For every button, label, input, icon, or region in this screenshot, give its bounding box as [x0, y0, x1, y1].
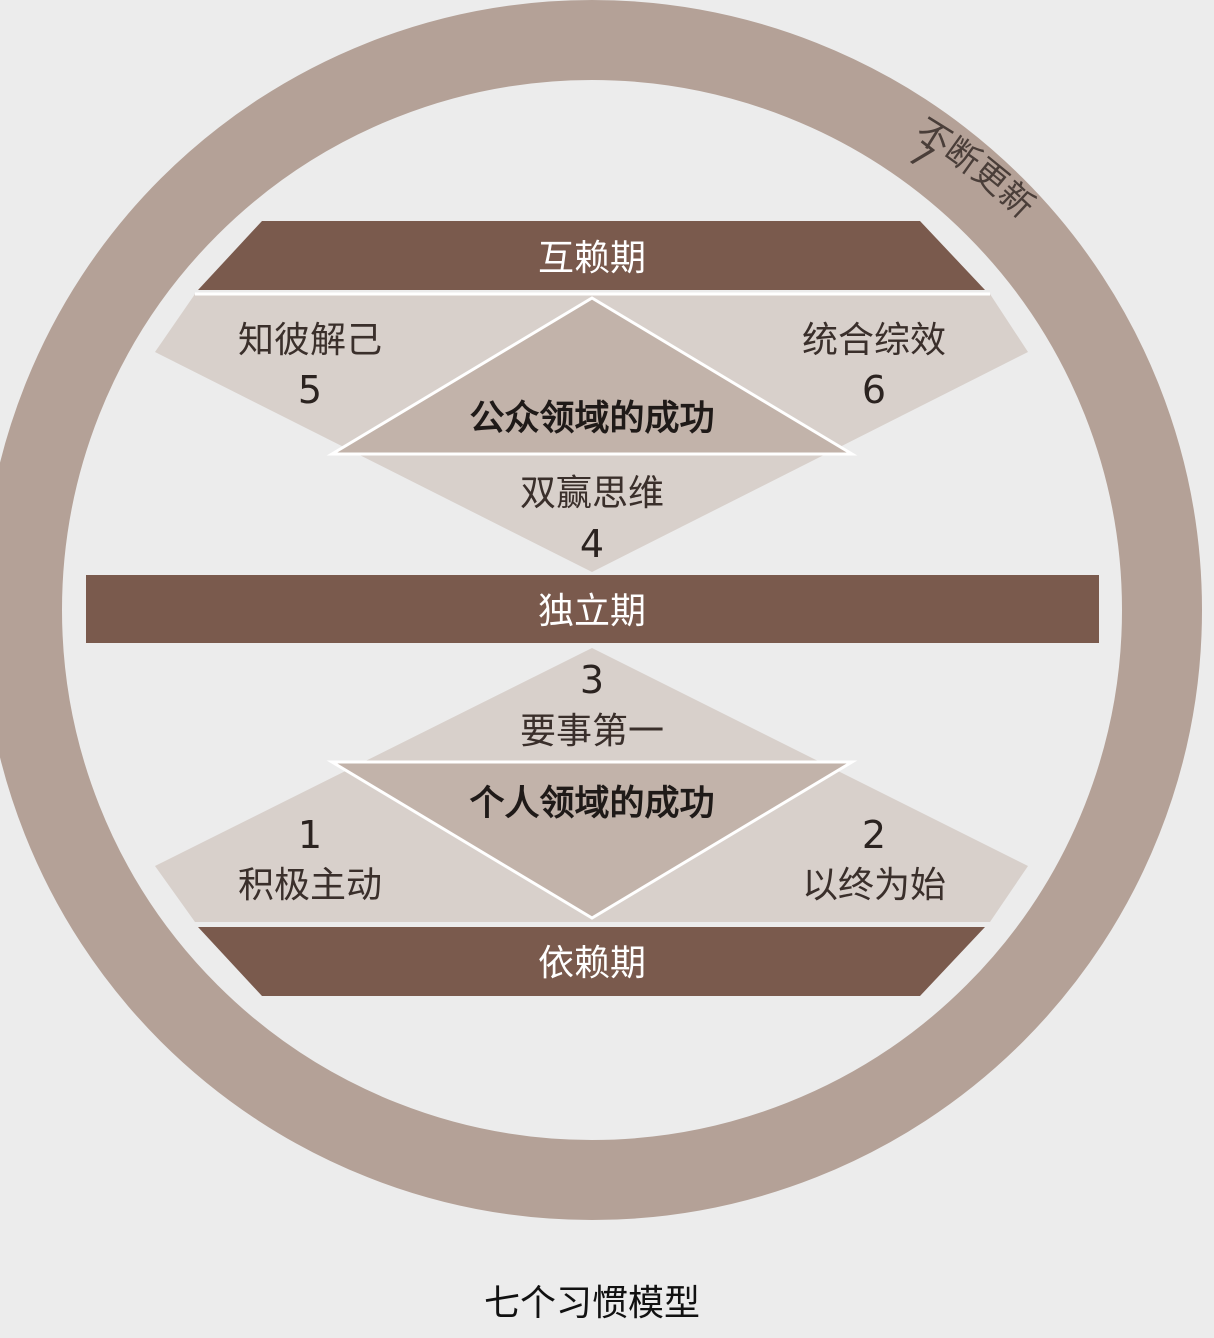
band-dependence-label: 依赖期 — [538, 943, 646, 984]
habit-3-number: 3 — [580, 658, 604, 702]
habit-5-number: 5 — [298, 368, 322, 412]
habit-2-label: 以终为始 — [802, 865, 946, 906]
private-victory-title: 个人领域的成功 — [469, 784, 714, 824]
habit-1-label: 积极主动 — [238, 865, 382, 906]
seven-habits-diagram: 7 不断更新 互赖期 知彼解己 5 统合综效 6 公众领域的成功 双赢思维 4 … — [0, 0, 1202, 1324]
habit-4-label: 双赢思维 — [520, 473, 664, 514]
habit-5-label: 知彼解己 — [238, 320, 382, 361]
habit-4-number: 4 — [580, 522, 604, 566]
habit-3-label: 要事第一 — [520, 711, 664, 752]
habit-2-number: 2 — [862, 813, 886, 857]
habit-6-number: 6 — [862, 368, 886, 412]
band-independence-label: 独立期 — [538, 591, 646, 632]
diagram-caption: 七个习惯模型 — [484, 1283, 700, 1324]
habit-6-label: 统合综效 — [802, 320, 946, 361]
public-victory-title: 公众领域的成功 — [469, 399, 714, 439]
band-interdependence-label: 互赖期 — [538, 238, 646, 279]
habit-1-number: 1 — [298, 813, 322, 857]
